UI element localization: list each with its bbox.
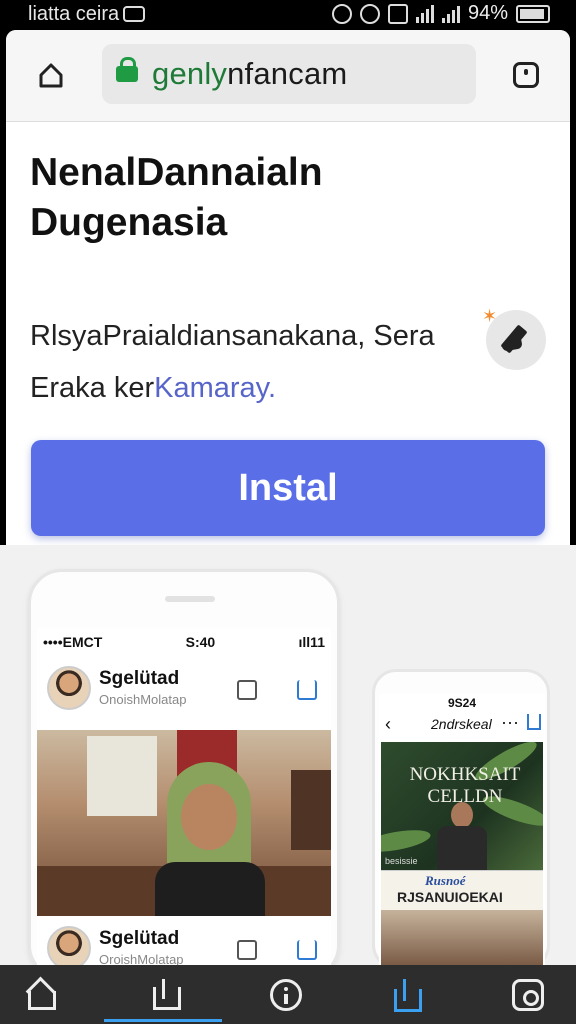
description-link[interactable]: Kamaray. (154, 372, 276, 404)
mock-signal: ıll11 (298, 634, 325, 650)
post-author-name-2: Sgelütad (99, 928, 180, 949)
tab-switcher-button[interactable] (513, 62, 539, 88)
small-card-person (437, 802, 487, 870)
body (155, 862, 265, 916)
leaf-shape (381, 826, 433, 856)
photo-window (87, 736, 157, 816)
small-photo (381, 910, 543, 965)
clock-icon (331, 3, 352, 24)
alarm-icon (359, 3, 380, 24)
share-icon (297, 680, 317, 700)
signal-icon (441, 5, 460, 23)
page-title: NenalDannaialn Dugenasia (30, 151, 323, 244)
share-icon[interactable] (149, 979, 181, 1011)
post-header-2: Sgelütad OroishMolatap (37, 916, 331, 965)
phone-screen-large: ••••EMCT S:40 ıll11 Sgelütad OnoishMolat… (37, 628, 331, 965)
calendar-icon (387, 3, 408, 24)
info-icon[interactable] (270, 979, 302, 1011)
avatar (47, 666, 91, 710)
post-author-sub-2: OroishMolatap (99, 952, 184, 965)
face (181, 784, 237, 850)
share-icon (297, 940, 317, 960)
carrier-text: liatta ceira (28, 3, 120, 25)
wifi-icon (415, 4, 434, 23)
post-author-name: Sgelütad (99, 668, 180, 689)
phone-speaker (165, 596, 215, 602)
tabs-icon[interactable] (512, 979, 544, 1011)
photo-bookshelf (291, 770, 331, 850)
mock-time: S:40 (185, 634, 216, 650)
mock-status-bar: ••••EMCT S:40 ıll11 (37, 628, 331, 656)
small-card-tag: besissie (385, 856, 418, 866)
photo-person (155, 762, 265, 916)
small-nav-bar: ‹ 2ndrskeal ··· (379, 710, 545, 738)
app-preview-area: ••••EMCT S:40 ıll11 Sgelütad OnoishMolat… (0, 545, 576, 965)
brush-badge-icon: ✶ (482, 306, 546, 370)
brush-tip (501, 338, 523, 352)
home-icon[interactable] (24, 979, 56, 1011)
status-bar: liatta ceira 94% (0, 0, 576, 28)
notification-icon (123, 6, 146, 22)
url-domain-rest: nfancam (227, 56, 348, 91)
browser-window: genlynfancam NenalDannaialn Dugenasia Rl… (6, 30, 570, 545)
battery-icon (516, 4, 550, 23)
url-text: genlynfancam (152, 56, 347, 92)
more-icon: ··· (501, 712, 519, 732)
share-icon (527, 714, 541, 730)
sparkle-icon: ✶ (482, 306, 498, 326)
phone-mockup-large: ••••EMCT S:40 ıll11 Sgelütad OnoishMolat… (28, 569, 340, 965)
status-left: liatta ceira (28, 3, 146, 26)
post-author-sub: OnoishMolatap (99, 692, 187, 707)
upload-icon[interactable] (390, 979, 422, 1012)
bookmark-icon (237, 680, 257, 700)
active-indicator (104, 1019, 222, 1022)
phone-mockup-small: 9S24 ‹ 2ndrskeal ··· NOKHKSAIT CELLDN be… (372, 669, 550, 965)
small-caption-title: RJSANUIOEKAI (397, 889, 503, 905)
avatar (47, 926, 91, 965)
small-nav-title: 2ndrskeal (431, 716, 492, 732)
back-icon: ‹ (385, 714, 391, 734)
small-caption-script: Rusnoé (425, 873, 466, 888)
small-status-time: 9S24 (447, 696, 477, 710)
install-button[interactable]: Instal (31, 440, 545, 536)
battery-percent: 94% (467, 2, 508, 24)
address-bar[interactable]: genlynfancam (102, 44, 476, 104)
small-caption-strip: Rusnoé RJSANUIOEKAI (381, 870, 543, 910)
status-right: 94% (331, 2, 550, 25)
post-photo (37, 730, 331, 916)
home-icon[interactable] (36, 60, 66, 90)
head (451, 802, 473, 828)
mock-carrier: ••••EMCT (43, 634, 103, 650)
small-feature-card: NOKHKSAIT CELLDN besissie (381, 742, 543, 870)
lock-icon (116, 57, 138, 82)
phone-screen-small: 9S24 ‹ 2ndrskeal ··· NOKHKSAIT CELLDN be… (379, 694, 545, 965)
bottom-navigation (0, 965, 576, 1024)
suit (437, 826, 487, 870)
url-domain-highlight: genly (152, 56, 228, 91)
page-description: RlsyaPraialdiansanakana, Sera Eraka kerK… (30, 310, 480, 414)
post-header: Sgelütad OnoishMolatap (37, 656, 331, 728)
bookmark-icon (237, 940, 257, 960)
browser-toolbar: genlynfancam (6, 30, 570, 122)
